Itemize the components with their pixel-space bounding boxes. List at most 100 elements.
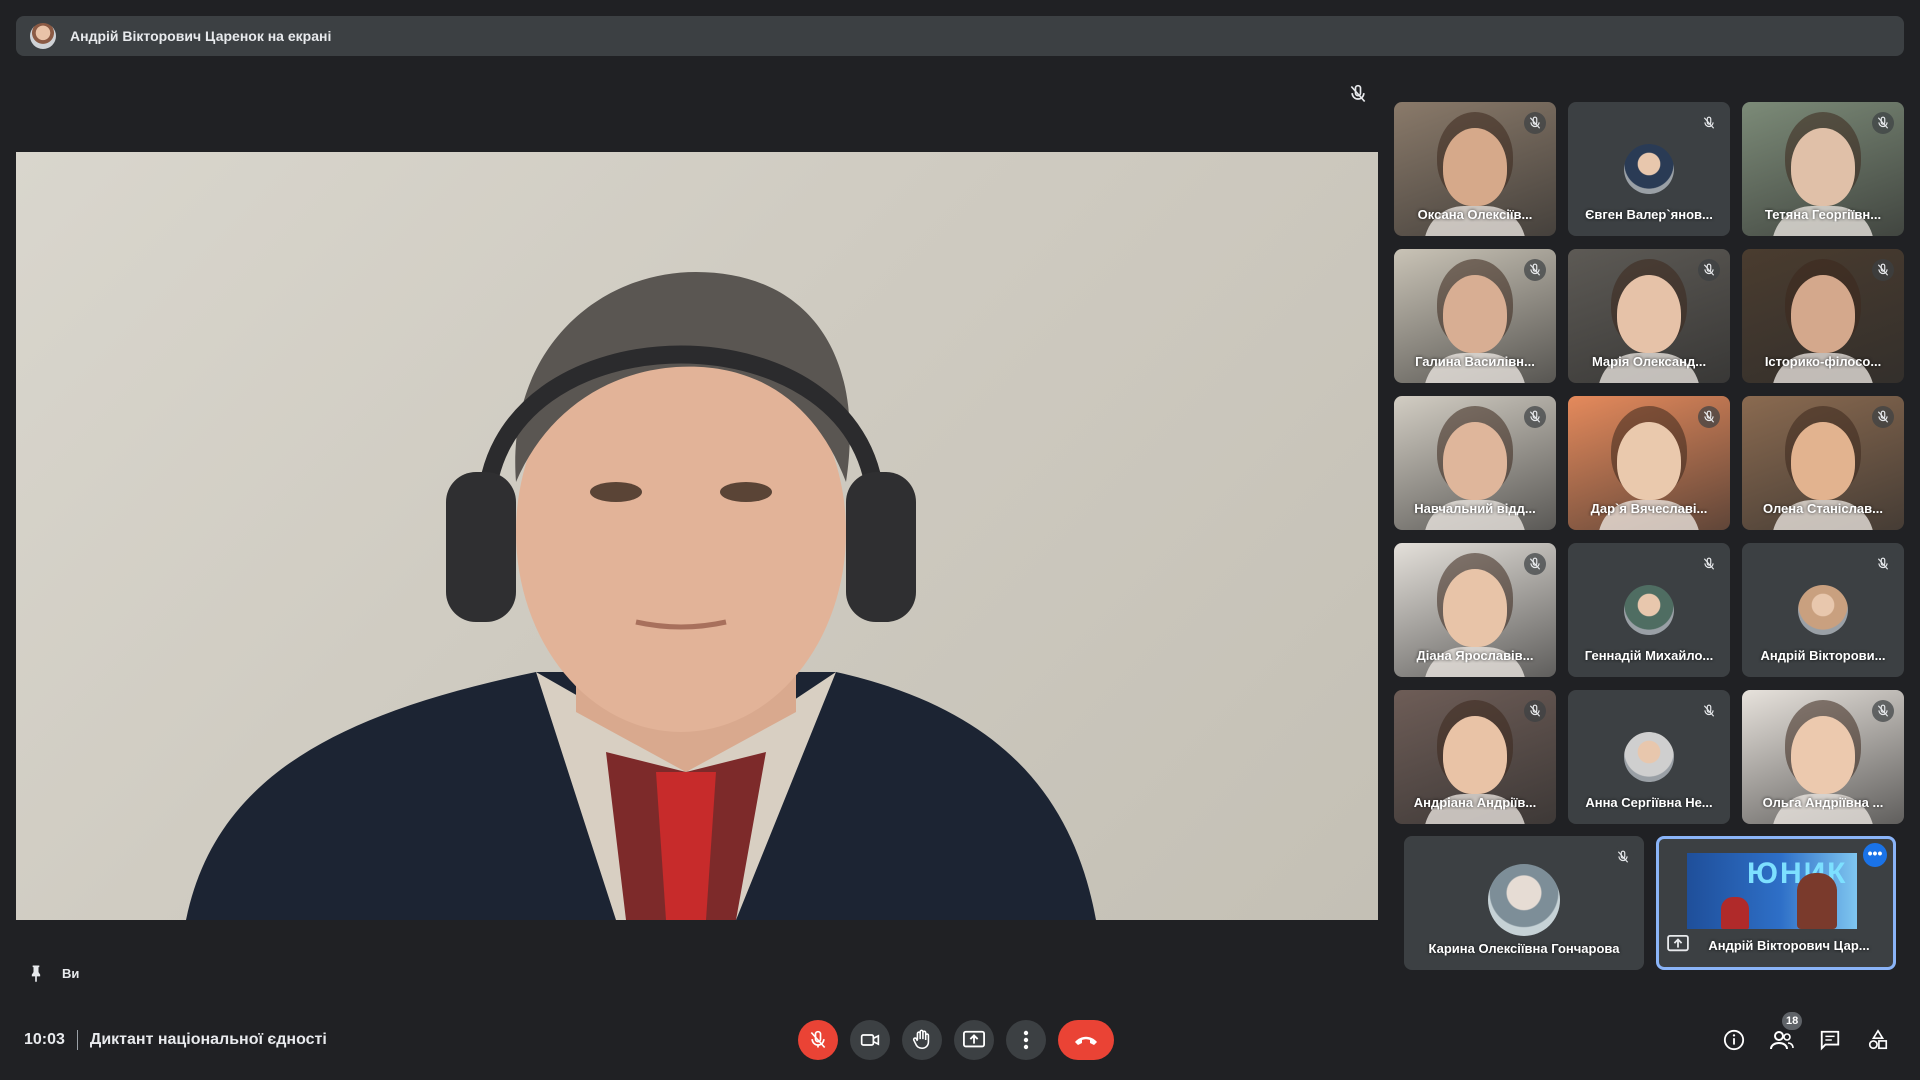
info-icon [1723, 1029, 1745, 1051]
participant-avatar [1624, 585, 1674, 635]
participant-tile[interactable]: Євген Валер`янов... [1568, 102, 1730, 236]
present-icon [963, 1030, 985, 1048]
more-icon [1023, 1030, 1029, 1050]
participant-tile[interactable]: Геннадій Михайло... [1568, 543, 1730, 677]
participant-tile[interactable]: Дар`я Вячеславі... [1568, 396, 1730, 530]
participant-video [1791, 128, 1855, 206]
presenter-avatar [30, 23, 56, 49]
participant-tile[interactable]: Галина Василівн... [1394, 249, 1556, 383]
mic-off-icon [1872, 406, 1894, 428]
mic-off-icon [1612, 846, 1634, 868]
camera-icon [860, 1034, 880, 1046]
activities-button[interactable] [1864, 1026, 1892, 1054]
more-options-button[interactable]: ••• [1863, 843, 1887, 867]
participant-video [1617, 275, 1681, 353]
chat-icon [1820, 1030, 1840, 1051]
participant-video [1443, 128, 1507, 206]
mic-off-icon [810, 1030, 826, 1049]
participant-name: Анна Сергіївна Не... [1585, 795, 1713, 810]
participant-tile[interactable]: Анна Сергіївна Не... [1568, 690, 1730, 824]
participant-avatar [1624, 732, 1674, 782]
participant-name: Історико-філосо... [1764, 354, 1882, 369]
leave-call-button[interactable] [1058, 1020, 1114, 1060]
participant-tile[interactable]: Марія Олександ... [1568, 249, 1730, 383]
camera-toggle-button[interactable] [850, 1020, 890, 1060]
participant-name: Карина Олексіївна Гончарова [1428, 941, 1620, 956]
participant-avatar [1624, 144, 1674, 194]
participant-video [1443, 275, 1507, 353]
mic-toggle-button[interactable] [798, 1020, 838, 1060]
participant-name: Геннадій Михайло... [1584, 648, 1714, 663]
meeting-time: 10:03 [24, 1031, 65, 1048]
meeting-title: Диктант національної єдності [89, 1031, 327, 1048]
participant-name: Ольга Андріївна ... [1762, 795, 1884, 810]
raise-hand-button[interactable] [902, 1020, 942, 1060]
participant-tile[interactable]: Навчальний відд... [1394, 396, 1556, 530]
people-count-badge: 18 [1782, 1012, 1803, 1030]
participant-name: Дар`я Вячеславі... [1590, 501, 1708, 516]
participant-name: Марія Олександ... [1591, 354, 1707, 369]
participant-tile[interactable]: Карина Олексіївна Гончарова [1404, 836, 1644, 970]
participant-video [1443, 569, 1507, 647]
mic-off-icon [1524, 259, 1546, 281]
mic-off-icon [1524, 700, 1546, 722]
participant-name: Тетяна Георгіївн... [1764, 207, 1882, 222]
participant-video [1617, 422, 1681, 500]
hand-icon [912, 1029, 930, 1050]
participant-avatar [1798, 585, 1848, 635]
people-button[interactable] [1768, 1026, 1796, 1054]
participant-tile[interactable]: Андрій Вікторови... [1742, 543, 1904, 677]
self-name: Ви [62, 965, 80, 981]
more-options-button[interactable] [1006, 1020, 1046, 1060]
participant-avatar [1488, 864, 1560, 936]
participant-tile[interactable]: Ольга Андріївна ... [1742, 690, 1904, 824]
presenting-text: Андрій Вікторович Царенок на екрані [70, 28, 332, 44]
participant-tile[interactable]: Історико-філосо... [1742, 249, 1904, 383]
mic-off-icon [1524, 112, 1546, 134]
mic-off-icon [1698, 112, 1720, 134]
participant-tile[interactable]: Діана Ярославів... [1394, 543, 1556, 677]
participant-name: Андріана Андріїв... [1413, 795, 1537, 810]
presentation-tile[interactable]: ЮНИК ••• Андрій Вікторович Цар... [1656, 836, 1896, 970]
participant-video [1443, 716, 1507, 794]
mic-off-icon [1872, 112, 1894, 134]
mic-off-icon [1698, 700, 1720, 722]
mic-off-icon [1524, 553, 1546, 575]
activities-icon [1868, 1029, 1888, 1050]
participant-video [1791, 422, 1855, 500]
mic-off-icon [1524, 406, 1546, 428]
mic-off-icon [1698, 259, 1720, 281]
presenter-name: Андрій Вікторович Цар... [1708, 938, 1870, 953]
mic-off-icon [1872, 700, 1894, 722]
participant-video [1791, 275, 1855, 353]
participant-name: Галина Василівн... [1415, 354, 1535, 369]
hangup-icon [1075, 1036, 1097, 1045]
participant-tile[interactable]: Олена Станіслав... [1742, 396, 1904, 530]
mic-off-icon [1350, 84, 1366, 103]
mic-off-icon [1698, 406, 1720, 428]
participant-name: Навчальний відд... [1414, 501, 1536, 516]
participant-video [1443, 422, 1507, 500]
meeting-details: 10:03 Диктант національної єдності [24, 1030, 327, 1050]
presenting-banner: Андрій Вікторович Царенок на екрані [16, 16, 1904, 56]
participant-tile[interactable]: Тетяна Георгіївн... [1742, 102, 1904, 236]
presentation-thumbnail: ЮНИК [1687, 853, 1857, 929]
participant-name: Діана Ярославів... [1416, 648, 1534, 663]
speaker-video [186, 272, 1096, 920]
participant-name: Оксана Олексіїв... [1417, 207, 1533, 222]
participant-video [1791, 716, 1855, 794]
participant-name: Андрій Вікторови... [1760, 648, 1886, 663]
meeting-info-button[interactable] [1720, 1026, 1748, 1054]
present-now-button[interactable] [954, 1020, 994, 1060]
participant-tile[interactable]: Оксана Олексіїв... [1394, 102, 1556, 236]
pin-icon[interactable] [26, 962, 46, 984]
mic-off-icon [1698, 553, 1720, 575]
participant-tile[interactable]: Андріана Андріїв... [1394, 690, 1556, 824]
self-label-row: Ви [26, 962, 79, 984]
divider [76, 1030, 78, 1050]
participant-name: Олена Станіслав... [1763, 501, 1883, 516]
main-video[interactable] [16, 152, 1378, 920]
chat-button[interactable] [1816, 1026, 1844, 1054]
people-icon [1770, 1031, 1794, 1050]
participant-name: Євген Валер`янов... [1585, 207, 1713, 222]
